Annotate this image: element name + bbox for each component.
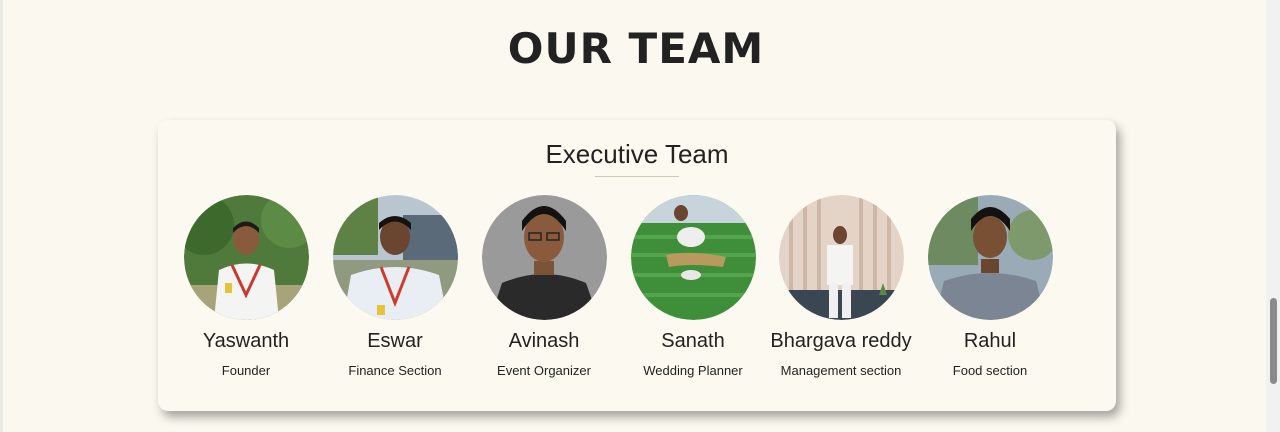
team-member-yaswanth: Yaswanth Founder <box>171 195 321 378</box>
section-title: Executive Team <box>545 139 729 169</box>
member-role: Event Organizer <box>497 363 591 378</box>
member-name: Bhargava reddy <box>770 330 912 352</box>
vertical-scrollbar[interactable] <box>1266 0 1280 432</box>
team-member-bhargava-reddy: Bhargava reddy Management section <box>766 195 916 378</box>
team-member-eswar: Eswar Finance Section <box>320 195 470 378</box>
member-name: Eswar <box>367 330 423 352</box>
member-role: Founder <box>221 363 271 378</box>
member-role: Food section <box>952 363 1028 378</box>
member-name: Sanath <box>661 330 725 352</box>
member-role: Wedding Planner <box>643 363 743 378</box>
member-photo <box>630 195 756 320</box>
member-name: Yaswanth <box>202 330 290 352</box>
member-photo <box>778 195 904 320</box>
page-title: OUR TEAM <box>507 24 765 73</box>
member-role: Management section <box>780 363 902 378</box>
member-photo <box>332 195 458 320</box>
page: OUR TEAM Executive Team Yaswanth Founder… <box>0 0 1280 432</box>
member-name: Rahul <box>963 330 1017 352</box>
team-member-sanath: Sanath Wedding Planner <box>618 195 768 378</box>
member-photo <box>481 195 607 320</box>
member-photo <box>183 195 309 320</box>
team-member-avinash: Avinash Event Organizer <box>469 195 619 378</box>
scrollbar-thumb[interactable] <box>1270 298 1277 384</box>
section-title-underline <box>595 176 679 177</box>
team-member-rahul: Rahul Food section <box>915 195 1065 378</box>
member-name: Avinash <box>508 330 580 352</box>
member-photo <box>927 195 1053 320</box>
member-role: Finance Section <box>348 363 442 378</box>
executive-team-card: Executive Team Yaswanth Founder Eswar Fi… <box>158 120 1116 411</box>
